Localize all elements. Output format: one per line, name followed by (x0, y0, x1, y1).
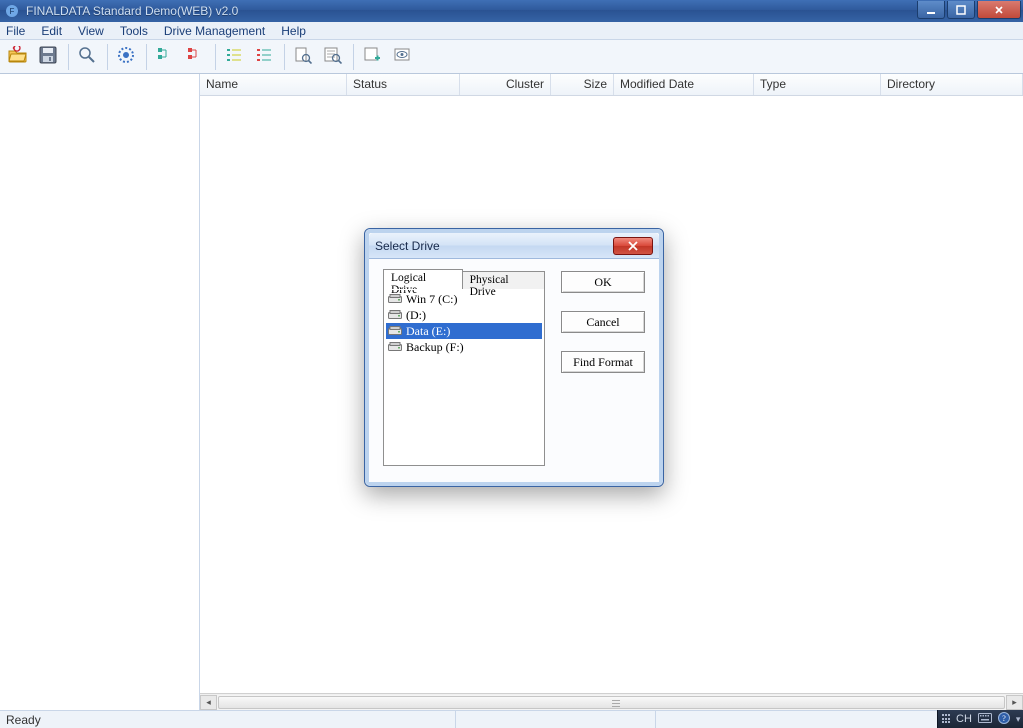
app-icon: F (4, 3, 20, 19)
tab-physical-drive[interactable]: Physical Drive (463, 271, 545, 289)
toolbar-list1-button[interactable] (220, 43, 248, 71)
menu-tools[interactable]: Tools (120, 24, 148, 38)
window-minimize-button[interactable] (917, 1, 945, 19)
toolbar-preview-button[interactable] (388, 43, 416, 71)
ime-tray[interactable]: CH ? ▾ (937, 710, 1023, 728)
toolbar-separator (215, 44, 216, 70)
tree-red-icon (187, 47, 203, 66)
toolbar-tree2-button[interactable] (181, 43, 209, 71)
floppy-save-icon (39, 46, 57, 67)
drive-label: Data (E:) (406, 324, 450, 339)
window-titlebar: F FINALDATA Standard Demo(WEB) v2.0 (0, 0, 1023, 22)
list-red-icon (256, 47, 272, 66)
drive-item[interactable]: Backup (F:) (386, 339, 542, 355)
scroll-thumb[interactable] (218, 696, 1005, 709)
window-maximize-button[interactable] (947, 1, 975, 19)
tree-pane[interactable] (0, 74, 200, 710)
menu-file[interactable]: File (6, 24, 25, 38)
find-doc-icon (294, 46, 312, 67)
tab-logical-drive[interactable]: Logical Drive (383, 269, 463, 289)
find-format-button[interactable]: Find Format (561, 351, 645, 373)
drive-icon (388, 310, 402, 320)
column-header-size[interactable]: Size (551, 74, 614, 95)
drive-icon (388, 326, 402, 336)
column-header-name[interactable]: Name (200, 74, 347, 95)
dialog-close-button[interactable] (613, 237, 653, 255)
tree-green-icon (157, 47, 173, 66)
dialog-title: Select Drive (375, 239, 613, 253)
toolbar-zoom-button[interactable] (73, 43, 101, 71)
ime-chevron-icon[interactable]: ▾ (1016, 714, 1021, 725)
keyboard-icon[interactable] (978, 713, 992, 726)
toolbar-open-button[interactable] (4, 43, 32, 71)
statusbar: Ready (0, 710, 1023, 728)
toolbar-tree1-button[interactable] (151, 43, 179, 71)
svg-text:F: F (10, 7, 15, 16)
menubar: File Edit View Tools Drive Management He… (0, 22, 1023, 40)
toolbar-separator (284, 44, 285, 70)
window-title: FINALDATA Standard Demo(WEB) v2.0 (26, 4, 915, 18)
toolbar-scan-button[interactable] (112, 43, 140, 71)
scroll-right-arrow[interactable]: ▸ (1006, 695, 1023, 710)
column-header-cluster[interactable]: Cluster (460, 74, 551, 95)
menu-edit[interactable]: Edit (41, 24, 62, 38)
select-drive-dialog: Select Drive Logical Drive Physical Driv… (364, 228, 664, 487)
column-headers: Name Status Cluster Size Modified Date T… (200, 74, 1023, 96)
find-list-icon (324, 46, 342, 67)
toolbar-separator (68, 44, 69, 70)
toolbar-separator (107, 44, 108, 70)
toolbar-add-button[interactable] (358, 43, 386, 71)
toolbar-separator (146, 44, 147, 70)
folder-open-icon (8, 46, 28, 67)
svg-text:?: ? (1002, 714, 1006, 723)
drive-item[interactable]: Data (E:) (386, 323, 542, 339)
toolbar (0, 40, 1023, 74)
add-box-icon (363, 46, 381, 67)
toolbar-list2-button[interactable] (250, 43, 278, 71)
toolbar-find2-button[interactable] (319, 43, 347, 71)
toolbar-separator (353, 44, 354, 70)
column-header-modified[interactable]: Modified Date (614, 74, 754, 95)
drive-icon (388, 342, 402, 352)
window-close-button[interactable] (977, 1, 1021, 19)
scroll-left-arrow[interactable]: ◂ (200, 695, 217, 710)
horizontal-scrollbar[interactable]: ◂ ▸ (200, 693, 1023, 710)
drive-label: Backup (F:) (406, 340, 464, 355)
gear-scan-icon (116, 45, 136, 68)
drive-item[interactable]: (D:) (386, 307, 542, 323)
column-header-status[interactable]: Status (347, 74, 460, 95)
eye-preview-icon (393, 46, 411, 67)
menu-view[interactable]: View (78, 24, 104, 38)
ime-grid-icon (942, 714, 950, 724)
menu-drive-management[interactable]: Drive Management (164, 24, 265, 38)
toolbar-save-button[interactable] (34, 43, 62, 71)
menu-help[interactable]: Help (281, 24, 306, 38)
help-icon[interactable]: ? (998, 712, 1010, 727)
ok-button[interactable]: OK (561, 271, 645, 293)
dialog-titlebar[interactable]: Select Drive (369, 233, 659, 259)
scroll-track[interactable] (217, 695, 1006, 710)
list-green-icon (226, 47, 242, 66)
drive-listbox[interactable]: Win 7 (C:)(D:)Data (E:)Backup (F:) (383, 288, 545, 466)
cancel-button[interactable]: Cancel (561, 311, 645, 333)
status-ready: Ready (6, 713, 41, 727)
drive-label: (D:) (406, 308, 426, 323)
status-segment-1 (455, 711, 655, 728)
drive-tabs: Logical Drive Physical Drive (383, 269, 545, 289)
magnifier-icon (78, 46, 96, 67)
column-header-type[interactable]: Type (754, 74, 881, 95)
toolbar-find-button[interactable] (289, 43, 317, 71)
column-header-directory[interactable]: Directory (881, 74, 1023, 95)
ime-language[interactable]: CH (956, 713, 972, 725)
